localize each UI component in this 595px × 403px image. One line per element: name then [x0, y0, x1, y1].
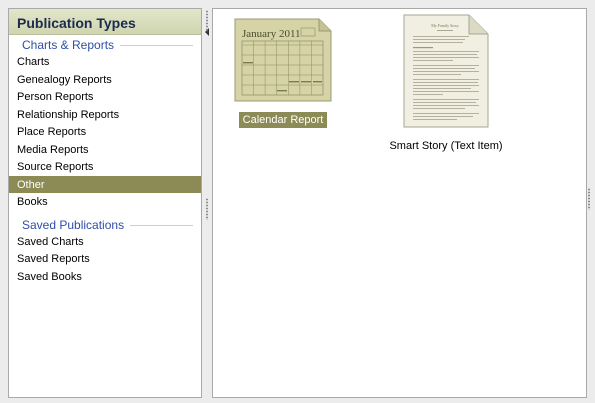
tile-label: Smart Story (Text Item)	[389, 140, 503, 152]
panel-title: Publication Types	[9, 9, 201, 35]
list-item-charts[interactable]: Charts	[9, 53, 201, 71]
publication-items-panel: January 2011 Calendar Report My Family S…	[212, 8, 587, 398]
thumbnail-title: My Family Story	[431, 23, 459, 28]
publication-types-panel: Publication Types Charts & Reports Chart…	[8, 8, 202, 398]
section-header-label: Charts & Reports	[22, 38, 121, 52]
section-header-saved-publications: Saved Publications	[9, 215, 201, 233]
grip-dots-icon	[206, 198, 208, 220]
list-item-media-reports[interactable]: Media Reports	[9, 141, 201, 159]
section-header-label: Saved Publications	[22, 217, 131, 232]
list-item-relationship-reports[interactable]: Relationship Reports	[9, 106, 201, 124]
smart-story-icon: My Family Story	[403, 14, 489, 128]
list-item-genealogy-reports[interactable]: Genealogy Reports	[9, 71, 201, 89]
list-item-books[interactable]: Books	[9, 193, 201, 211]
panel-splitter[interactable]	[202, 8, 212, 398]
list-item-saved-books[interactable]: Saved Books	[9, 268, 201, 286]
section-header-charts-reports: Charts & Reports	[9, 35, 201, 53]
list-item-saved-charts[interactable]: Saved Charts	[9, 233, 201, 251]
grip-dots-icon	[588, 188, 590, 210]
tile-label: Calendar Report	[238, 112, 328, 128]
calendar-report-icon: January 2011	[234, 18, 332, 102]
list-item-place-reports[interactable]: Place Reports	[9, 123, 201, 141]
tile-smart-story[interactable]: My Family Story Smart Story (Text Item)	[381, 13, 511, 154]
tile-calendar-report[interactable]: January 2011 Calendar Report	[233, 17, 333, 128]
list-item-other[interactable]: Other	[9, 175, 201, 193]
list-item-person-reports[interactable]: Person Reports	[9, 88, 201, 106]
list-item-saved-reports[interactable]: Saved Reports	[9, 250, 201, 268]
grip-dots-icon	[206, 10, 208, 32]
list-item-source-reports[interactable]: Source Reports	[9, 158, 201, 176]
thumbnail-title: January 2011	[242, 28, 301, 40]
